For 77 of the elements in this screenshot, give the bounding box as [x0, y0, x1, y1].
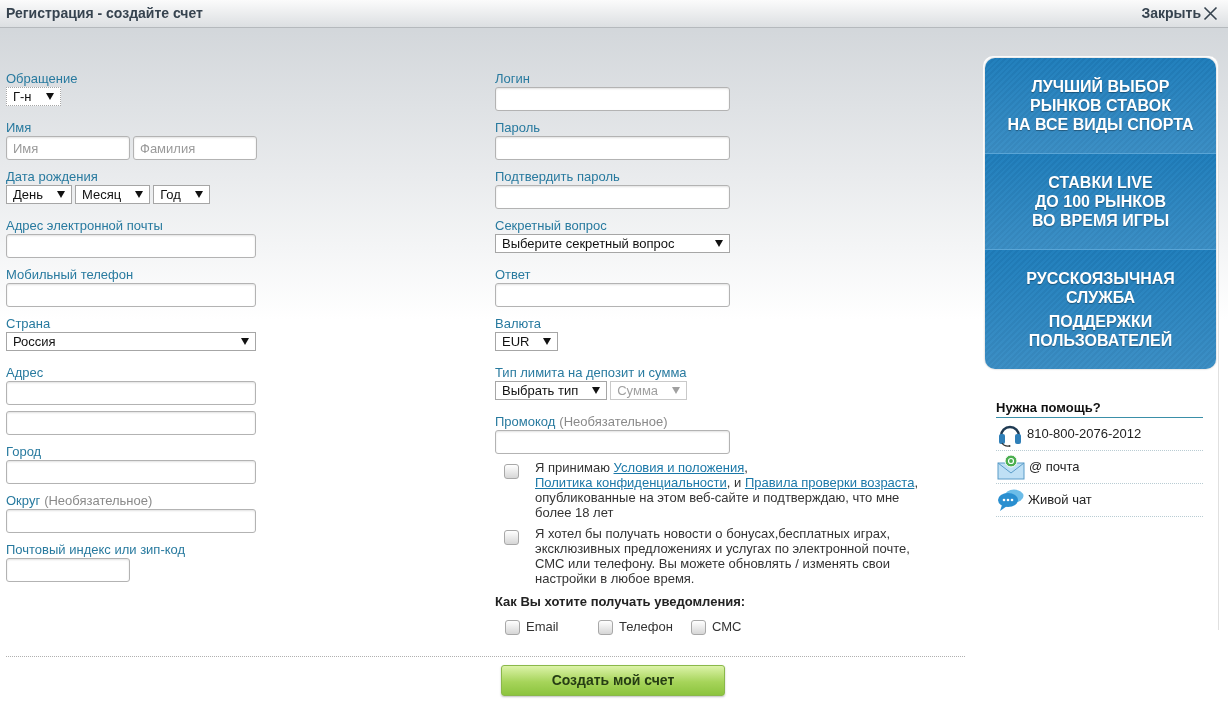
promo-text: СТАВКИ LIVE ДО 100 РЫНКОВ ВО ВРЕМЯ ИГРЫ — [1030, 173, 1171, 230]
checkbox-label: Email — [526, 619, 559, 635]
input-field[interactable] — [495, 430, 730, 454]
input-field[interactable]: Фамилия — [133, 136, 257, 160]
dropdown[interactable]: Выбрать тип — [495, 381, 608, 400]
dropdown[interactable]: Выберите секретный вопрос — [495, 234, 730, 253]
dropdown[interactable]: Месяц — [75, 185, 151, 204]
field-label: Тип лимита на депозит и сумма — [495, 365, 687, 381]
input-field[interactable] — [6, 509, 256, 533]
input-field[interactable] — [6, 283, 256, 307]
input-field[interactable] — [6, 381, 256, 405]
field-label: Валюта — [495, 316, 541, 332]
checkbox[interactable] — [504, 530, 519, 545]
checkbox-label: СМС — [712, 619, 742, 635]
caret-icon — [672, 387, 681, 394]
input-field[interactable] — [495, 283, 730, 307]
caret-icon — [45, 93, 54, 100]
input-field[interactable] — [6, 460, 256, 484]
chat-bubbles-icon — [997, 488, 1024, 512]
caret-icon — [194, 191, 203, 198]
checkbox[interactable] — [504, 464, 519, 479]
promo-text: ЛУЧШИЙ ВЫБОР РЫНКОВ СТАВОК НА ВСЕ ВИДЫ СПОРТА — [1006, 77, 1195, 134]
envelope-icon — [997, 454, 1025, 480]
help-heading: Нужна помощь? — [996, 400, 1203, 418]
consent-text: Я принимаю Условия и положения, Политика конфиденциальности, и Правила проверки возраста, опубликованные на этом веб-сайте и подтверждаю, что мне более 18 лет — [535, 460, 919, 520]
field-label: Логин — [495, 71, 530, 87]
checkbox-label: Телефон — [619, 619, 673, 635]
caret-icon — [592, 387, 601, 394]
input-field[interactable] — [6, 234, 256, 258]
field-label: Мобильный телефон — [6, 267, 134, 283]
input-field[interactable]: Имя — [6, 136, 130, 160]
dropdown[interactable]: Год — [153, 185, 210, 204]
field-label: Дата рождения — [6, 169, 98, 185]
field-label: Почтовый индекс или зип-код — [6, 542, 186, 558]
dropdown[interactable]: EUR — [495, 332, 559, 351]
caret-icon — [715, 240, 723, 247]
consent-text: Я хотел бы получать новости о бонусах,бесплатных играх, эксклюзивных предложениях и услугах по электронной почте, СМС или телефону. Вы можете обновлять / изменять свои настройки в любое время. — [535, 526, 911, 586]
input-field[interactable] — [495, 136, 730, 160]
dropdown[interactable]: Г-н — [6, 87, 61, 106]
help-link[interactable]: Живой чат — [1028, 490, 1092, 510]
section-heading: Как Вы хотите получать уведомления: — [495, 594, 747, 610]
dropdown[interactable]: День — [6, 185, 72, 204]
field-label: Обращение — [6, 71, 78, 87]
dropdown[interactable]: Россия — [6, 332, 256, 351]
field-label: Город — [6, 444, 42, 460]
field-label: Округ — [6, 493, 41, 509]
field-label: Ответ — [495, 267, 531, 283]
field-label: Страна — [6, 316, 51, 332]
field-label: Промокод — [495, 414, 556, 430]
close-icon — [1203, 6, 1218, 21]
caret-icon — [241, 338, 249, 345]
help-link[interactable]: 810-800-2076-2012 — [1027, 424, 1142, 444]
input-field[interactable] — [495, 185, 730, 209]
input-field[interactable] — [6, 411, 256, 435]
caret-icon — [135, 191, 144, 198]
field-label: Секретный вопрос — [495, 218, 607, 234]
promo-text: ПОДДЕРЖКИ ПОЛЬЗОВАТЕЛЕЙ — [1027, 312, 1174, 350]
consent-link[interactable]: Политика конфиденциальности — [535, 475, 727, 490]
submit-button[interactable]: Создать мой счет — [501, 665, 725, 696]
close-button[interactable]: Закрыть — [1141, 3, 1218, 24]
field-label: Подтвердить пароль — [495, 169, 620, 185]
input-field[interactable] — [495, 87, 730, 111]
checkbox[interactable] — [691, 619, 706, 635]
field-label: Адрес электронной почты — [6, 218, 163, 234]
help-link[interactable]: @ почта — [1029, 457, 1080, 477]
caret-icon — [543, 338, 552, 345]
field-label: Адрес — [6, 365, 44, 381]
checkbox[interactable] — [598, 619, 613, 635]
checkbox[interactable] — [505, 619, 520, 635]
field-label: Имя — [6, 120, 32, 136]
caret-icon — [57, 191, 65, 198]
optional-note: (Необязательное) — [559, 414, 668, 430]
optional-note: (Необязательное) — [44, 493, 153, 509]
field-label: Пароль — [495, 120, 541, 136]
window-title: Регистрация - создайте счет — [6, 4, 203, 23]
promo-text: РУССКОЯЗЫЧНАЯ СЛУЖБА — [1025, 269, 1176, 307]
input-field[interactable] — [6, 558, 130, 582]
